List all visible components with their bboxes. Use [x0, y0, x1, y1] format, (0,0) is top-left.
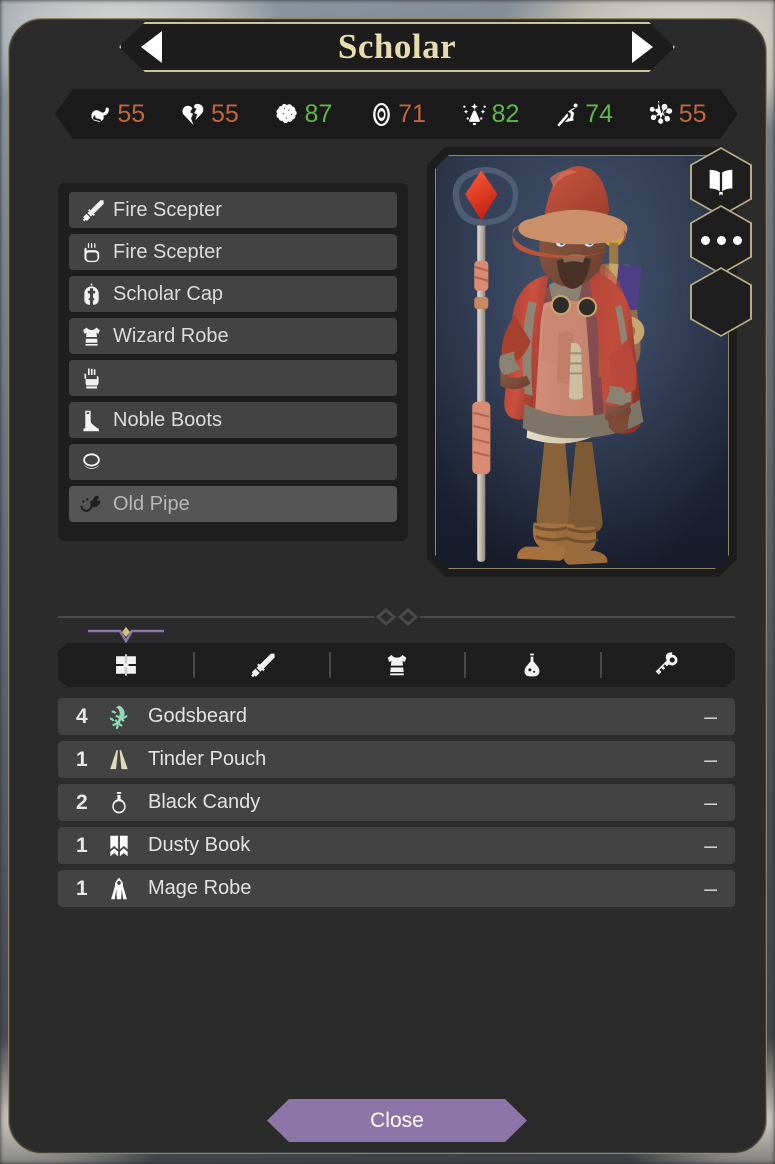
- equipment-slot-label: Fire Scepter: [113, 241, 222, 264]
- book-icon: [704, 165, 738, 199]
- tab-consumables[interactable]: [464, 643, 599, 687]
- fist-icon: [77, 238, 105, 266]
- equipment-slot-feet[interactable]: Noble Boots: [69, 402, 397, 438]
- equipment-panel: Fire Scepter Fire Scepter Scholar Cap Wi…: [58, 183, 408, 541]
- pipe-icon: [77, 490, 105, 518]
- list-item[interactable]: 2 Black Candy –: [58, 784, 735, 821]
- stat-strength-value: 55: [117, 102, 145, 127]
- item-quantity: 4: [76, 705, 102, 729]
- chest-icon: [77, 322, 105, 350]
- equipment-slot-mainhand[interactable]: Fire Scepter: [69, 192, 397, 228]
- character-sheet-panel: Scholar 55 55 87 71: [8, 18, 767, 1154]
- portrait-frame: [435, 155, 729, 569]
- stat-perception: 71: [367, 100, 426, 128]
- item-name: Tinder Pouch: [148, 748, 704, 771]
- stat-magic-value: 82: [492, 102, 520, 127]
- ring-icon: [77, 448, 105, 476]
- equipment-slot-head[interactable]: Scholar Cap: [69, 276, 397, 312]
- stat-perception-value: 71: [398, 102, 426, 127]
- more-dots-icon: [701, 236, 742, 245]
- book-icon: [102, 831, 136, 861]
- tab-all[interactable]: [58, 643, 193, 687]
- page-title: Scholar: [162, 27, 632, 67]
- list-item[interactable]: 1 Mage Robe –: [58, 870, 735, 907]
- stat-intellect-value: 87: [305, 102, 333, 127]
- stats-bar: 55 55 87 71 82: [55, 89, 738, 139]
- next-character-button[interactable]: [632, 31, 653, 63]
- character-artwork: [436, 156, 728, 569]
- stat-magic: 82: [461, 100, 520, 128]
- active-tab-indicator: [86, 623, 166, 643]
- strength-icon: [86, 100, 114, 128]
- item-name: Mage Robe: [148, 877, 704, 900]
- sword-icon: [247, 651, 275, 679]
- equipment-slot-label: Scholar Cap: [113, 283, 223, 306]
- glove-icon: [77, 364, 105, 392]
- item-name: Black Candy: [148, 791, 704, 814]
- list-item[interactable]: 4 Godsbeard –: [58, 698, 735, 735]
- stat-strength: 55: [86, 100, 145, 128]
- equipment-slot-chest[interactable]: Wizard Robe: [69, 318, 397, 354]
- equipment-slot-label: Noble Boots: [113, 409, 222, 432]
- equipment-slot-label: Fire Scepter: [113, 199, 222, 222]
- herb-icon: [102, 702, 136, 732]
- equipment-slot-hands[interactable]: [69, 360, 397, 396]
- armor-icon: [383, 651, 411, 679]
- equipment-slot-accessory[interactable]: [69, 444, 397, 480]
- stat-intellect: 87: [274, 100, 333, 128]
- tab-misc[interactable]: [600, 643, 735, 687]
- item-decrement-button[interactable]: –: [704, 748, 719, 771]
- stat-agility-value: 74: [585, 102, 613, 127]
- stat-health: 55: [180, 100, 239, 128]
- flask-icon: [102, 788, 136, 818]
- magic-icon: [461, 100, 489, 128]
- item-decrement-button[interactable]: –: [704, 877, 719, 900]
- item-decrement-button[interactable]: –: [704, 791, 719, 814]
- item-decrement-button[interactable]: –: [704, 705, 719, 728]
- potion-icon: [518, 651, 546, 679]
- tab-weapons[interactable]: [193, 643, 328, 687]
- stat-health-value: 55: [211, 102, 239, 127]
- divider-line-left: [58, 616, 374, 618]
- helmet-icon: [77, 280, 105, 308]
- item-quantity: 1: [76, 834, 102, 858]
- agility-icon: [554, 100, 582, 128]
- equipment-slot-offhand[interactable]: Fire Scepter: [69, 234, 397, 270]
- stat-luck-value: 55: [679, 102, 707, 127]
- title-bar: Scholar: [119, 22, 675, 72]
- item-quantity: 1: [76, 877, 102, 901]
- tab-armor[interactable]: [329, 643, 464, 687]
- divider-ornament-icon: [374, 606, 420, 628]
- key-icon: [653, 651, 681, 679]
- character-portrait-card: [427, 147, 737, 577]
- item-name: Godsbeard: [148, 705, 704, 728]
- inventory-list: 4 Godsbeard – 1 Tinder Pouch – 2: [58, 698, 735, 913]
- item-decrement-button[interactable]: –: [704, 834, 719, 857]
- sword-icon: [77, 196, 105, 224]
- item-quantity: 2: [76, 791, 102, 815]
- previous-character-button[interactable]: [141, 31, 162, 63]
- backpack-icon: [112, 651, 140, 679]
- intellect-icon: [274, 100, 302, 128]
- perception-icon: [367, 100, 395, 128]
- close-button[interactable]: Close: [267, 1099, 527, 1142]
- pouch-icon: [102, 745, 136, 775]
- stat-agility: 74: [554, 100, 613, 128]
- boot-icon: [77, 406, 105, 434]
- equipment-slot-label: Wizard Robe: [113, 325, 229, 348]
- item-quantity: 1: [76, 748, 102, 772]
- health-icon: [180, 100, 208, 128]
- robe-icon: [102, 874, 136, 904]
- luck-icon: [648, 100, 676, 128]
- divider-line-right: [420, 616, 736, 618]
- list-item[interactable]: 1 Dusty Book –: [58, 827, 735, 864]
- stat-luck: 55: [648, 100, 707, 128]
- inventory-tab-bar: [58, 643, 735, 687]
- equipment-slot-trinket[interactable]: Old Pipe: [69, 486, 397, 522]
- equipment-slot-label: Old Pipe: [113, 493, 190, 516]
- list-item[interactable]: 1 Tinder Pouch –: [58, 741, 735, 778]
- item-name: Dusty Book: [148, 834, 704, 857]
